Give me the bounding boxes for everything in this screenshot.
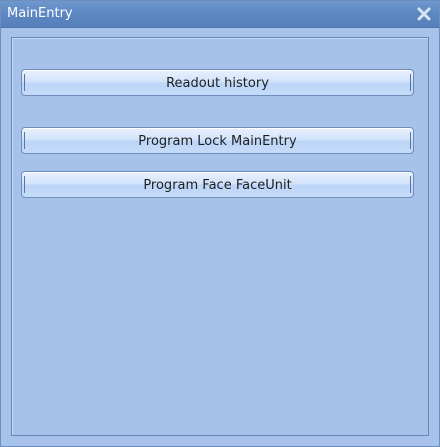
readout-history-button[interactable]: Readout history (21, 69, 414, 96)
button-edge (24, 74, 25, 91)
window-title: MainEntry (7, 6, 73, 21)
close-button[interactable] (414, 4, 434, 24)
program-lock-mainentry-button[interactable]: Program Lock MainEntry (21, 127, 414, 154)
button-edge (410, 176, 411, 193)
program-face-faceunit-button[interactable]: Program Face FaceUnit (21, 171, 414, 198)
button-edge (410, 132, 411, 149)
close-icon (417, 7, 431, 21)
button-label: Program Lock MainEntry (138, 134, 297, 149)
button-edge (410, 74, 411, 91)
button-edge (24, 132, 25, 149)
button-label: Program Face FaceUnit (143, 178, 292, 193)
button-edge (24, 176, 25, 193)
main-entry-window: MainEntry Readout history Program Lock M… (0, 0, 440, 447)
button-label: Readout history (166, 76, 269, 91)
title-bar[interactable]: MainEntry (1, 1, 439, 28)
